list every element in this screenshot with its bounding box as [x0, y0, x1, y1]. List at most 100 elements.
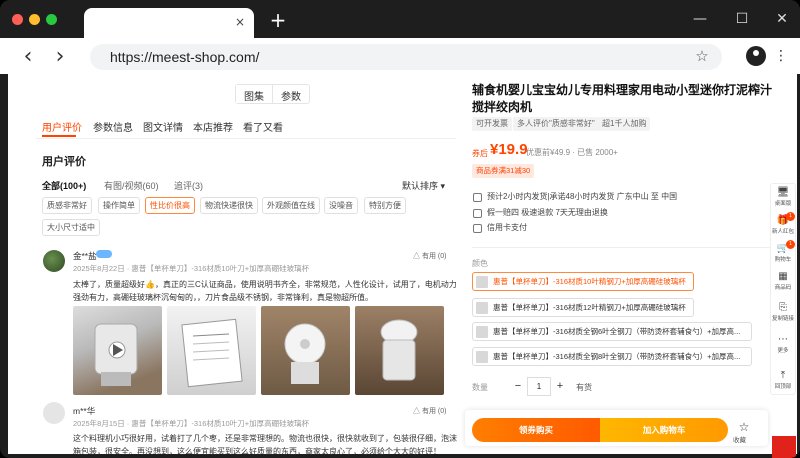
price: ¥19.9 [490, 141, 528, 158]
chip-quality[interactable]: 质感非常好 [42, 197, 92, 214]
buy-now-button[interactable]: 领券购买 [472, 418, 600, 442]
rail-label: 购物车 [774, 257, 792, 263]
tag-review: 多人评价"质感非常好" [513, 117, 599, 131]
back-icon[interactable]: ‹ [18, 46, 38, 68]
avatar[interactable] [43, 250, 65, 272]
gallery-toggle-params[interactable]: 参数 [273, 85, 309, 103]
rail-label: 回顶部 [774, 384, 792, 390]
window-minimize-icon[interactable]: — [690, 10, 710, 28]
option-thumb [476, 302, 488, 314]
browser-tab[interactable] [84, 8, 254, 38]
rail-badge: 1 [786, 212, 795, 221]
quantity-minus-button[interactable]: − [509, 377, 527, 396]
useful-count: 有用 (0) [421, 408, 447, 415]
sort-dropdown[interactable]: 默认排序 ▾ [402, 179, 445, 192]
blender-top-illustration [284, 323, 326, 384]
product-title: 辅食机婴儿宝宝幼儿专用料理家用电动小型迷你打泥榨汁搅拌绞肉机 [472, 83, 773, 114]
tab-details[interactable]: 图文详情 [143, 119, 183, 134]
review-photo[interactable] [261, 306, 350, 395]
review-photo[interactable] [355, 306, 444, 395]
filter-media[interactable]: 有图/视频(60) [104, 179, 159, 192]
gallery-toggle-images[interactable]: 图集 [236, 85, 273, 103]
rail-desktop[interactable]: 🖥 桌面版 [770, 187, 796, 207]
rail-label: 新人红包 [771, 229, 794, 235]
rail-label: 更多 [777, 348, 789, 354]
bookmark-star-icon[interactable]: ☆ [692, 47, 712, 67]
window-close-icon[interactable]: ✕ [772, 10, 792, 28]
url-text[interactable]: https://meest-shop.com/ [110, 49, 259, 65]
forward-icon[interactable]: › [50, 46, 70, 68]
rail-more[interactable]: ⋯ 更多 [770, 334, 796, 354]
chip-shipping[interactable]: 物流快递很快 [200, 197, 258, 214]
payment-info: 信用卡支付 [487, 223, 527, 232]
add-to-cart-button[interactable]: 加入购物车 [600, 418, 728, 442]
quantity-input[interactable]: 1 [527, 377, 551, 396]
gallery-toggle: 图集 参数 [235, 84, 310, 104]
tab-shop-recommend[interactable]: 本店推荐 [193, 119, 233, 134]
rail-label: 复制链接 [771, 316, 794, 322]
color-option-3[interactable]: 惠普【单杯单刀】-316材质全钢6叶全钢刀（带防烫杯套辅食勺）+加厚高... [472, 322, 752, 341]
review-username: 金**盐 [73, 251, 97, 261]
price-label: 券后 [472, 149, 488, 158]
shipping-info: 预计2小时内发货|承诺48小时内发货 广东中山 至 中国 [487, 192, 678, 201]
profile-icon[interactable] [746, 46, 766, 66]
useful-button[interactable]: △ 有用 (0) [413, 406, 446, 416]
truck-icon [473, 193, 482, 202]
section-divider [472, 247, 772, 248]
blender-jar-illustration [94, 323, 138, 386]
blender-side-illustration [380, 319, 418, 381]
quantity-stepper: − 1 + [509, 377, 569, 396]
rail-label: 桌面版 [774, 201, 792, 207]
review-text: 太棒了，质量超级好👍，真正的三C认证商品，使用说明书齐全，非常规范，人性化设计，… [73, 280, 457, 302]
back-to-top-icon: ⤒ [780, 370, 786, 381]
desktop-icon: 🖥 [776, 187, 790, 198]
filter-followup[interactable]: 追评(3) [174, 179, 203, 192]
floating-red-widget[interactable] [772, 436, 796, 458]
tab-viewed-also[interactable]: 看了又看 [243, 119, 283, 134]
rail-back-top[interactable]: ⤒ 回顶部 [770, 370, 796, 390]
chip-convenient[interactable]: 特别方便 [364, 197, 406, 214]
close-dot-icon[interactable] [12, 14, 23, 25]
option-thumb [476, 276, 488, 288]
tab-params[interactable]: 参数信息 [93, 119, 133, 134]
copy-link-icon: ⎘ [779, 302, 787, 313]
review-meta: 2025年8月15日 · 惠普【单杯单刀】-316材质10叶刀+加厚高硼硅玻璃杯 [73, 419, 310, 428]
reviews-heading: 用户评价 [42, 156, 86, 168]
option-thumb [476, 351, 488, 363]
favorite-label: 收藏 [733, 437, 746, 444]
color-option-1[interactable]: 惠普【单杯单刀】-316材质10叶精钢刀+加厚高硼硅玻璃杯 [472, 272, 694, 291]
coupon-badge[interactable]: 商品券满31减30 [472, 164, 535, 178]
favorite-star-icon[interactable]: ☆ [734, 420, 754, 434]
avatar[interactable] [43, 402, 65, 424]
tab-close-icon[interactable]: × [232, 14, 248, 30]
maximize-dot-icon[interactable] [46, 14, 57, 25]
chip-quiet[interactable]: 没噪音 [324, 197, 358, 214]
quantity-plus-button[interactable]: + [551, 377, 569, 396]
tab-reviews[interactable]: 用户评价 [42, 119, 82, 134]
new-tab-icon[interactable]: + [268, 10, 288, 30]
chip-looks[interactable]: 外观颜值在线 [262, 197, 320, 214]
option-label: 惠普【单杯单刀】-316材质10叶精钢刀+加厚高硼硅玻璃杯 [493, 277, 686, 286]
rail-qrcode[interactable]: ▦ 商品码 [770, 271, 796, 291]
color-option-4[interactable]: 惠普【单杯单刀】-316材质全钢8叶全钢刀（带防烫杯套辅食勺）+加厚高... [472, 347, 752, 366]
filter-all[interactable]: 全部(100+) [42, 179, 86, 192]
review-photo[interactable] [167, 306, 256, 395]
original-price: 优惠前¥49.9 · 已售 2000+ [526, 148, 618, 157]
rail-copy-link[interactable]: ⎘ 复制链接 [770, 302, 796, 322]
useful-button[interactable]: △ 有用 (0) [413, 251, 446, 261]
chip-size[interactable]: 大小尺寸适中 [42, 219, 100, 236]
menu-kebab-icon[interactable]: ⋮ [774, 46, 788, 66]
window-maximize-icon[interactable]: ☐ [732, 10, 752, 28]
shield-icon [473, 209, 482, 218]
review-photo[interactable] [73, 306, 162, 395]
stock-status: 有货 [576, 383, 592, 392]
tag-cart: 超1千人加购 [598, 117, 651, 131]
guarantee-info: 假一赔四 极速退款 7天无理由退换 [487, 208, 608, 217]
chip-easy[interactable]: 操作简单 [98, 197, 140, 214]
color-option-2[interactable]: 惠普【单杯单刀】-316材质12叶精钢刀+加厚高硼硅玻璃杯 [472, 298, 694, 317]
review-text: 这个料理机小巧很好用，试着打了几个枣，还是非常理想的。物流也很快，很快就收到了，… [73, 434, 457, 456]
tag-invoice: 可开发票 [472, 117, 512, 131]
rail-label: 商品码 [774, 285, 792, 291]
minimize-dot-icon[interactable] [29, 14, 40, 25]
chip-value[interactable]: 性比价很高 [145, 197, 195, 214]
